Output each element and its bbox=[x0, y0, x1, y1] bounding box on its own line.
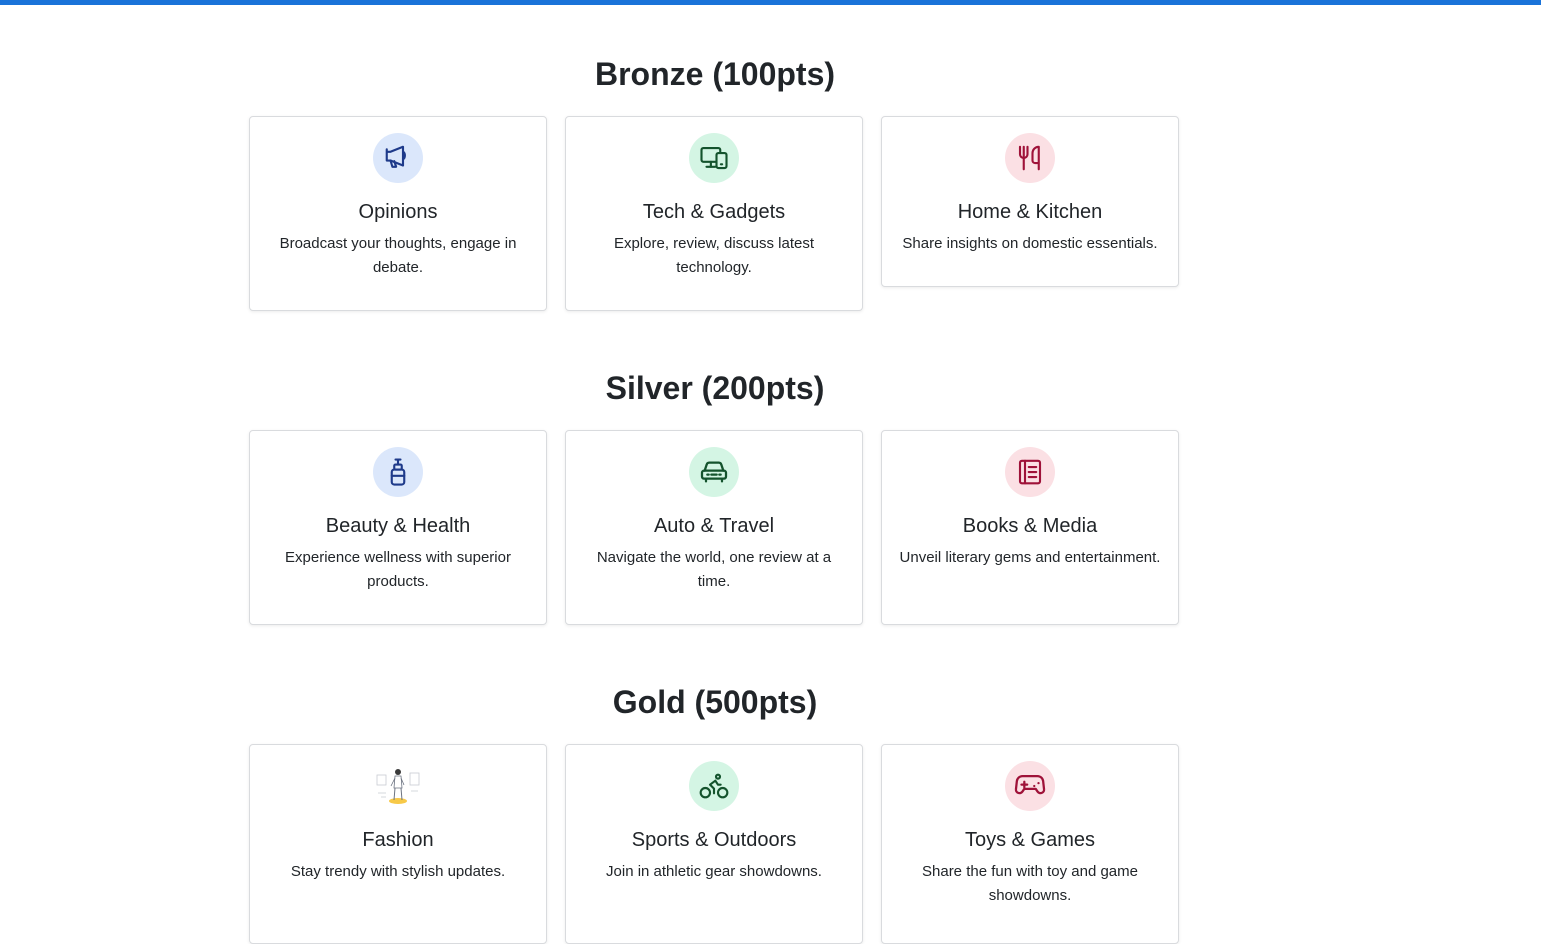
category-card-fashion[interactable]: Fashion Stay trendy with stylish updates… bbox=[249, 744, 547, 944]
card-title: Sports & Outdoors bbox=[631, 829, 797, 851]
fashion-illustration-icon bbox=[373, 761, 423, 811]
category-card-opinions[interactable]: Opinions Broadcast your thoughts, engage… bbox=[249, 116, 547, 311]
devices-icon bbox=[689, 133, 739, 183]
card-description: Stay trendy with stylish updates. bbox=[290, 863, 506, 880]
card-title: Fashion bbox=[362, 829, 434, 851]
car-icon bbox=[689, 447, 739, 497]
card-row: Opinions Broadcast your thoughts, engage… bbox=[249, 116, 1181, 316]
card-description: Join in athletic gear showdowns. bbox=[606, 863, 822, 880]
gamepad-icon bbox=[1005, 761, 1055, 811]
card-description: Unveil literary gems and entertainment. bbox=[899, 549, 1161, 566]
lotion-bottle-icon bbox=[373, 447, 423, 497]
category-card-beauty-health[interactable]: Beauty & Health Experience wellness with… bbox=[249, 430, 547, 625]
tier-silver: Silver (200pts) Beauty & Health Experien… bbox=[249, 369, 1181, 625]
tier-gold: Gold (500pts) Fashion Stay trendy with s… bbox=[249, 683, 1181, 944]
category-card-auto-travel[interactable]: Auto & Travel Navigate the world, one re… bbox=[565, 430, 863, 625]
category-card-toys-games[interactable]: Toys & Games Share the fun with toy and … bbox=[881, 744, 1179, 944]
category-card-sports-outdoors[interactable]: Sports & Outdoors Join in athletic gear … bbox=[565, 744, 863, 944]
tier-title: Bronze (100pts) bbox=[594, 56, 836, 92]
card-description: Navigate the world, one review at a time… bbox=[596, 549, 832, 590]
top-accent-bar bbox=[0, 0, 1541, 5]
card-title: Auto & Travel bbox=[653, 515, 775, 537]
tier-bronze: Bronze (100pts) Opinions Broadcast your … bbox=[249, 55, 1181, 311]
fork-knife-icon bbox=[1005, 133, 1055, 183]
card-row: Beauty & Health Experience wellness with… bbox=[249, 430, 1181, 630]
card-title: Beauty & Health bbox=[325, 515, 471, 537]
book-icon bbox=[1005, 447, 1055, 497]
card-description: Explore, review, discuss latest technolo… bbox=[613, 235, 815, 276]
card-description: Share insights on domestic essentials. bbox=[902, 235, 1158, 252]
tier-title: Gold (500pts) bbox=[612, 684, 818, 720]
card-title: Opinions bbox=[358, 201, 438, 223]
card-title: Tech & Gadgets bbox=[642, 201, 786, 223]
tier-title: Silver (200pts) bbox=[605, 370, 825, 406]
card-description: Experience wellness with superior produc… bbox=[285, 549, 511, 590]
card-row: Fashion Stay trendy with stylish updates… bbox=[249, 744, 1181, 944]
card-title: Home & Kitchen bbox=[957, 201, 1103, 223]
card-title: Books & Media bbox=[962, 515, 1098, 537]
card-title: Toys & Games bbox=[964, 829, 1096, 851]
category-card-home-kitchen[interactable]: Home & Kitchen Share insights on domesti… bbox=[881, 116, 1179, 287]
card-description: Broadcast your thoughts, engage in debat… bbox=[279, 235, 517, 276]
category-card-books-media[interactable]: Books & Media Unveil literary gems and e… bbox=[881, 430, 1179, 625]
bicycle-icon bbox=[689, 761, 739, 811]
category-card-tech-gadgets[interactable]: Tech & Gadgets Explore, review, discuss … bbox=[565, 116, 863, 311]
megaphone-icon bbox=[373, 133, 423, 183]
card-description: Share the fun with toy and game showdown… bbox=[922, 863, 1138, 904]
